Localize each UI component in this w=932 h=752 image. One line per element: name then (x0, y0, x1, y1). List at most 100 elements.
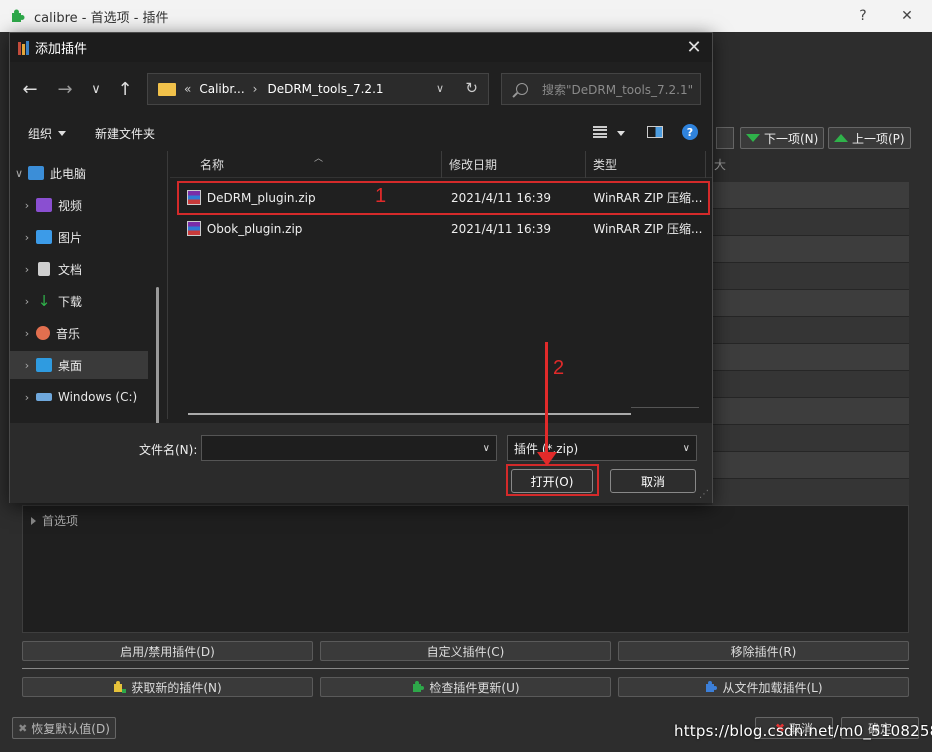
list-item[interactable] (712, 371, 909, 398)
filename-input[interactable]: ∨ (201, 435, 497, 461)
list-item[interactable] (712, 398, 909, 425)
column-header: ︿ 名称 修改日期 类型 大 (170, 151, 726, 178)
chevron-right-icon[interactable]: › (18, 327, 36, 340)
prev-item-label: 上一项(P) (852, 131, 905, 146)
breadcrumb-calibre[interactable]: Calibr... (199, 82, 244, 96)
computer-icon (28, 166, 44, 180)
calibre-books-icon (18, 40, 29, 55)
dialog-titlebar: 添加插件 ✕ (10, 33, 712, 62)
filename-label: 文件名(N): (139, 443, 198, 457)
check-plugin-updates-button[interactable]: 检查插件更新(U) (320, 677, 611, 697)
sidebar-item-this-pc[interactable]: ∨ 此电脑 (10, 159, 160, 187)
music-icon (36, 326, 50, 340)
column-type[interactable]: 类型 (585, 151, 617, 178)
watermark-text: https://blog.csdn.net/m0_51082586 (674, 722, 932, 740)
annotation-arrow (545, 342, 548, 457)
dialog-title: 添加插件 (35, 42, 88, 57)
annotation-step-2: 2 (553, 357, 565, 379)
chevron-down-icon[interactable]: ∨ (10, 167, 28, 180)
sidebar-item-pictures[interactable]: › 图片 (10, 223, 160, 251)
chevron-right-icon[interactable]: › (18, 391, 36, 404)
table-row[interactable]: Obok_plugin.zip 2021/4/11 16:39 WinRAR Z… (180, 215, 712, 242)
column-name[interactable]: 名称 (192, 151, 224, 178)
organize-menu[interactable]: 组织 (28, 125, 67, 142)
sidebar-item-label: 下载 (58, 294, 83, 309)
sidebar-item-label: 图片 (58, 230, 83, 245)
preview-pane-icon[interactable] (647, 126, 663, 138)
close-icon: ✖ (18, 721, 28, 735)
command-bar: 组织 新建文件夹 ? (10, 117, 712, 151)
pane-splitter[interactable] (167, 151, 168, 419)
next-item-button[interactable]: 下一项(N) (740, 127, 825, 149)
restore-defaults-label: 恢复默认值(D) (31, 721, 110, 736)
search-dropdown-button[interactable] (716, 127, 734, 149)
list-item[interactable] (712, 317, 909, 344)
list-item[interactable] (712, 182, 909, 209)
back-arrow-icon[interactable]: ← (18, 77, 42, 101)
sidebar-scrollbar[interactable] (156, 287, 159, 425)
list-item[interactable] (712, 290, 909, 317)
column-date[interactable]: 修改日期 (441, 151, 497, 178)
chevron-down-icon[interactable]: ∨ (483, 443, 490, 454)
view-options-caret-icon[interactable] (617, 131, 625, 136)
sidebar-item-label: 视频 (58, 198, 83, 213)
customize-plugin-button[interactable]: 自定义插件(C) (320, 641, 611, 661)
chevron-right-icon[interactable]: › (18, 359, 36, 372)
winrar-zip-icon (187, 221, 201, 236)
chevron-down-icon[interactable]: ∨ (683, 443, 690, 454)
sidebar-item-windows-c[interactable]: › Windows (C:) (10, 383, 160, 411)
list-item[interactable] (712, 479, 909, 506)
puzzle-add-icon (114, 681, 127, 693)
enable-disable-plugin-button[interactable]: 启用/禁用插件(D) (22, 641, 313, 661)
restore-defaults-button[interactable]: ✖ 恢复默认值(D) (12, 717, 116, 739)
chevron-down-icon[interactable]: ∨ (436, 82, 444, 95)
dialog-cancel-button[interactable]: 取消 (610, 469, 696, 493)
chevron-right-icon[interactable]: › (18, 231, 36, 244)
desktop-icon (36, 358, 52, 372)
breadcrumb-dedrm-tools[interactable]: DeDRM_tools_7.2.1 (267, 82, 383, 96)
file-type-select[interactable]: 插件 (*.zip) ∨ (507, 435, 697, 461)
refresh-icon[interactable]: ↻ (465, 79, 478, 97)
videos-icon (36, 198, 52, 212)
list-item[interactable] (712, 452, 909, 479)
sidebar-item-documents[interactable]: › 文档 (10, 255, 160, 283)
preferences-node[interactable]: 首选项 (31, 512, 78, 529)
list-item[interactable] (712, 263, 909, 290)
help-icon[interactable]: ? (682, 124, 698, 140)
dialog-close-button[interactable]: ✕ (682, 36, 706, 58)
main-titlebar: calibre - 首选项 - 插件 ? ✕ (0, 0, 932, 32)
main-window-title: calibre - 首选项 - 插件 (34, 10, 169, 26)
list-item[interactable] (712, 344, 909, 371)
remove-plugin-button[interactable]: 移除插件(R) (618, 641, 909, 661)
sidebar-item-desktop[interactable]: › 桌面 (10, 351, 148, 379)
list-item[interactable] (712, 425, 909, 452)
list-item[interactable] (712, 209, 909, 236)
chevron-right-icon[interactable]: › (18, 295, 36, 308)
help-button[interactable]: ? (840, 0, 886, 32)
up-arrow-icon[interactable]: ↑ (113, 77, 137, 101)
view-list-icon[interactable] (593, 126, 607, 138)
load-plugin-from-file-button[interactable]: 从文件加载插件(L) (618, 677, 909, 697)
address-bar[interactable]: « Calibr... › DeDRM_tools_7.2.1 ∨ ↻ (147, 73, 489, 105)
address-overflow-icon[interactable]: « (184, 82, 191, 96)
documents-icon (38, 262, 50, 276)
new-folder-button[interactable]: 新建文件夹 (95, 125, 155, 142)
sidebar-item-downloads[interactable]: › ↓ 下载 (10, 287, 160, 315)
pictures-icon (36, 230, 52, 244)
recent-locations-icon[interactable]: ∨ (84, 77, 108, 101)
list-item[interactable] (712, 236, 909, 263)
search-icon (516, 83, 528, 95)
chevron-right-icon[interactable]: › (18, 263, 36, 276)
sidebar-item-music[interactable]: › 音乐 (10, 319, 160, 347)
plugin-list[interactable] (712, 182, 909, 506)
main-close-button[interactable]: ✕ (884, 0, 930, 32)
chevron-right-icon[interactable]: › (18, 199, 36, 212)
sidebar-item-videos[interactable]: › 视频 (10, 191, 160, 219)
horizontal-scrollbar[interactable] (188, 413, 631, 415)
search-box[interactable]: 搜索"DeDRM_tools_7.2.1" (501, 73, 701, 105)
forward-arrow-icon[interactable]: → (53, 77, 77, 101)
column-size[interactable]: 大 (706, 151, 726, 178)
get-new-plugins-button[interactable]: 获取新的插件(N) (22, 677, 313, 697)
resize-grip-icon[interactable]: ⋰ (699, 489, 709, 500)
prev-item-button[interactable]: 上一项(P) (828, 127, 911, 149)
